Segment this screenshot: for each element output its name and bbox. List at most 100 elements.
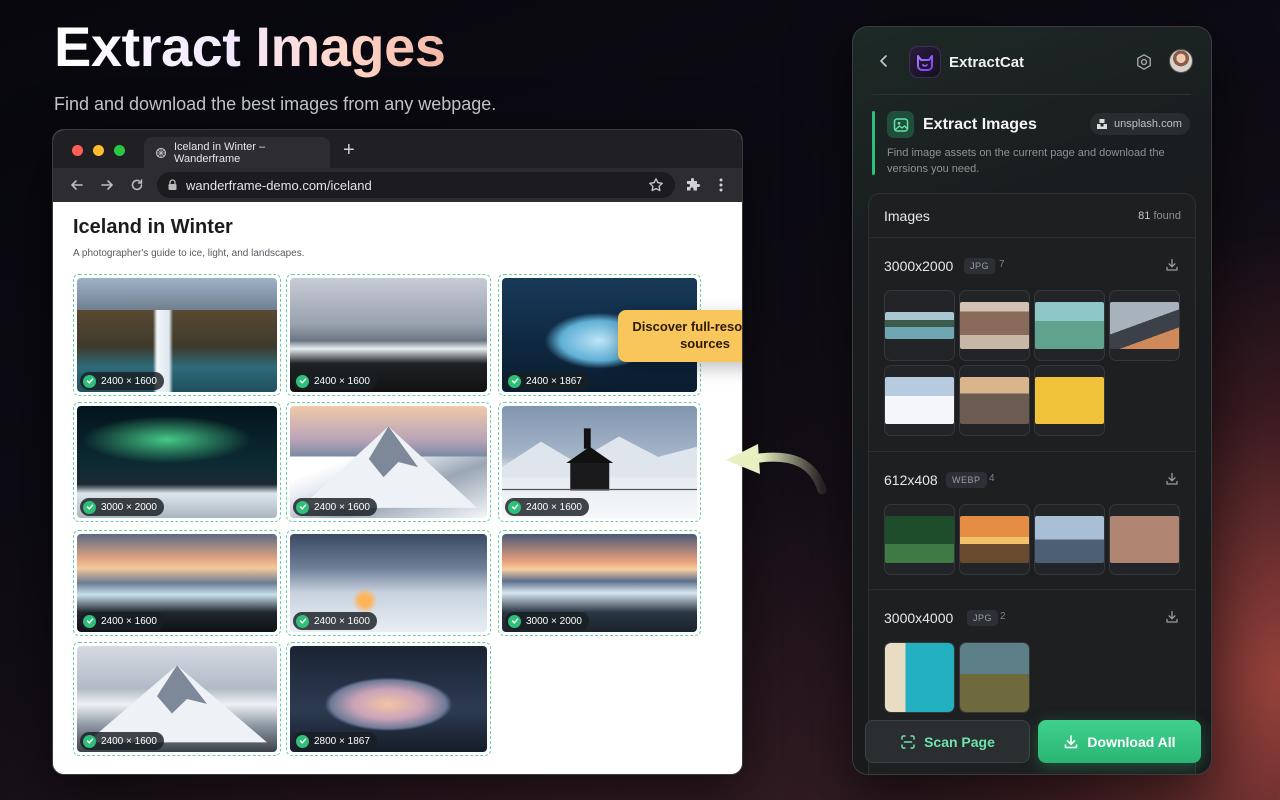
brand-name: ExtractCat bbox=[949, 54, 1025, 71]
thumbnail[interactable] bbox=[959, 290, 1030, 361]
hero-subtitle: Find and download the best images from a… bbox=[54, 94, 497, 114]
image-tile[interactable]: 2400 × 1600 bbox=[498, 402, 701, 522]
check-icon bbox=[296, 500, 309, 514]
download-all-label: Download All bbox=[1087, 733, 1176, 750]
gear-icon[interactable] bbox=[1135, 53, 1153, 71]
new-tab-button[interactable]: + bbox=[343, 139, 355, 162]
check-icon bbox=[508, 500, 521, 514]
check-icon bbox=[83, 374, 96, 388]
format-badge: WEBP bbox=[946, 472, 987, 488]
image-tile[interactable]: 2400 × 1600 bbox=[286, 402, 491, 522]
back-arrow-icon[interactable] bbox=[66, 174, 88, 196]
check-icon bbox=[83, 614, 96, 628]
close-window-dot[interactable] bbox=[72, 145, 83, 156]
browser-tab[interactable]: Iceland in Winter – Wanderframe bbox=[144, 137, 330, 168]
forward-arrow-icon[interactable] bbox=[96, 174, 118, 196]
found-label: found bbox=[1153, 210, 1181, 222]
dimension-label: 2800 × 1867 bbox=[314, 735, 370, 747]
download-icon[interactable] bbox=[1165, 472, 1179, 486]
address-bar[interactable]: wanderframe-demo.com/iceland bbox=[157, 172, 675, 198]
feature-title: Extract Images bbox=[923, 116, 1037, 133]
address-url: wanderframe-demo.com/iceland bbox=[186, 177, 372, 193]
scan-page-button[interactable]: Scan Page bbox=[865, 720, 1030, 763]
group-count: 7 bbox=[999, 259, 1005, 270]
back-icon[interactable] bbox=[877, 53, 891, 69]
domain-text: unsplash.com bbox=[1114, 118, 1182, 130]
dimension-label: 2400 × 1600 bbox=[314, 375, 370, 387]
dimension-label: 2400 × 1600 bbox=[526, 501, 582, 513]
image-tile[interactable]: 2800 × 1867 bbox=[286, 642, 491, 756]
thumbnail[interactable] bbox=[884, 504, 955, 575]
download-icon bbox=[1063, 734, 1079, 750]
thumbnail[interactable] bbox=[1034, 290, 1105, 361]
lock-icon bbox=[167, 179, 178, 191]
dimension-badge: 2400 × 1600 bbox=[293, 372, 377, 390]
thumbnail[interactable] bbox=[1109, 290, 1180, 361]
thumbnail[interactable] bbox=[884, 642, 955, 713]
minimize-window-dot[interactable] bbox=[93, 145, 104, 156]
download-all-button[interactable]: Download All bbox=[1038, 720, 1201, 763]
maximize-window-dot[interactable] bbox=[114, 145, 125, 156]
download-icon[interactable] bbox=[1165, 610, 1179, 624]
dimension-badge: 2400 × 1600 bbox=[505, 498, 589, 516]
check-icon bbox=[296, 614, 309, 628]
group-size: 3000x2000 bbox=[884, 258, 954, 274]
check-icon bbox=[508, 374, 521, 388]
thumbnail-image bbox=[885, 643, 954, 712]
image-tile[interactable]: 3000 × 2000 bbox=[73, 402, 281, 522]
thumbnail-image bbox=[960, 516, 1029, 563]
thumbnail-image bbox=[1035, 516, 1104, 563]
image-tile[interactable]: 2400 × 1600 bbox=[73, 642, 281, 756]
callout-tooltip: Discover full-resolution sources bbox=[618, 310, 742, 362]
extension-panel: ExtractCat Extract Images unsplash.com F… bbox=[852, 26, 1212, 775]
group-count: 4 bbox=[989, 473, 995, 484]
check-icon bbox=[508, 614, 521, 628]
found-count: 81 found bbox=[1138, 210, 1181, 222]
dimension-label: 3000 × 2000 bbox=[101, 501, 157, 513]
dimension-badge: 3000 × 2000 bbox=[505, 612, 589, 630]
webpage-content: Iceland in Winter A photographer's guide… bbox=[53, 202, 742, 774]
image-tile[interactable]: 2400 × 1600 bbox=[286, 274, 491, 396]
scan-icon bbox=[900, 734, 916, 750]
browser-window: Iceland in Winter – Wanderframe + wander… bbox=[52, 129, 743, 775]
page-subtitle: A photographer's guide to ice, light, an… bbox=[73, 248, 305, 259]
extension-icon[interactable] bbox=[685, 177, 701, 193]
avatar[interactable] bbox=[1169, 49, 1193, 73]
group-size: 3000x4000 bbox=[884, 610, 954, 626]
dimension-label: 2400 × 1600 bbox=[101, 615, 157, 627]
browser-toolbar: wanderframe-demo.com/iceland bbox=[53, 168, 742, 202]
star-icon[interactable] bbox=[648, 177, 664, 193]
format-badge: JPG bbox=[967, 610, 999, 626]
thumbnail[interactable] bbox=[959, 504, 1030, 575]
image-tile[interactable]: 3000 × 2000 bbox=[498, 530, 701, 636]
browser-tabbar: Iceland in Winter – Wanderframe + bbox=[53, 130, 742, 168]
found-number: 81 bbox=[1138, 210, 1151, 222]
thumbnail[interactable] bbox=[1034, 365, 1105, 436]
image-group: 3000x2000 JPG 7 bbox=[869, 238, 1195, 452]
thumbnail[interactable] bbox=[1034, 504, 1105, 575]
image-tile[interactable]: 2400 × 1600 bbox=[73, 274, 281, 396]
dimension-label: 2400 × 1600 bbox=[101, 375, 157, 387]
thumbnail[interactable] bbox=[884, 290, 955, 361]
image-icon bbox=[887, 111, 914, 138]
thumbnail[interactable] bbox=[1109, 504, 1180, 575]
dimension-badge: 2400 × 1600 bbox=[80, 612, 164, 630]
image-tile[interactable]: 2400 × 1600 bbox=[286, 530, 491, 636]
thumbnail[interactable] bbox=[884, 365, 955, 436]
dimension-badge: 2400 × 1600 bbox=[293, 612, 377, 630]
dimension-label: 2400 × 1600 bbox=[314, 501, 370, 513]
dimension-label: 2400 × 1867 bbox=[526, 375, 582, 387]
thumbnail-image bbox=[1110, 302, 1179, 349]
scan-page-label: Scan Page bbox=[924, 733, 995, 750]
dimension-label: 3000 × 2000 bbox=[526, 615, 582, 627]
thumbnail[interactable] bbox=[959, 365, 1030, 436]
header-divider bbox=[873, 94, 1191, 95]
unsplash-logo-icon bbox=[1096, 118, 1108, 130]
curved-arrow-icon bbox=[726, 444, 827, 495]
browser-menu-icon[interactable] bbox=[713, 177, 729, 193]
thumbnail-image bbox=[885, 377, 954, 424]
download-icon[interactable] bbox=[1165, 258, 1179, 272]
thumbnail[interactable] bbox=[959, 642, 1030, 713]
reload-icon[interactable] bbox=[126, 174, 148, 196]
image-tile[interactable]: 2400 × 1600 bbox=[73, 530, 281, 636]
